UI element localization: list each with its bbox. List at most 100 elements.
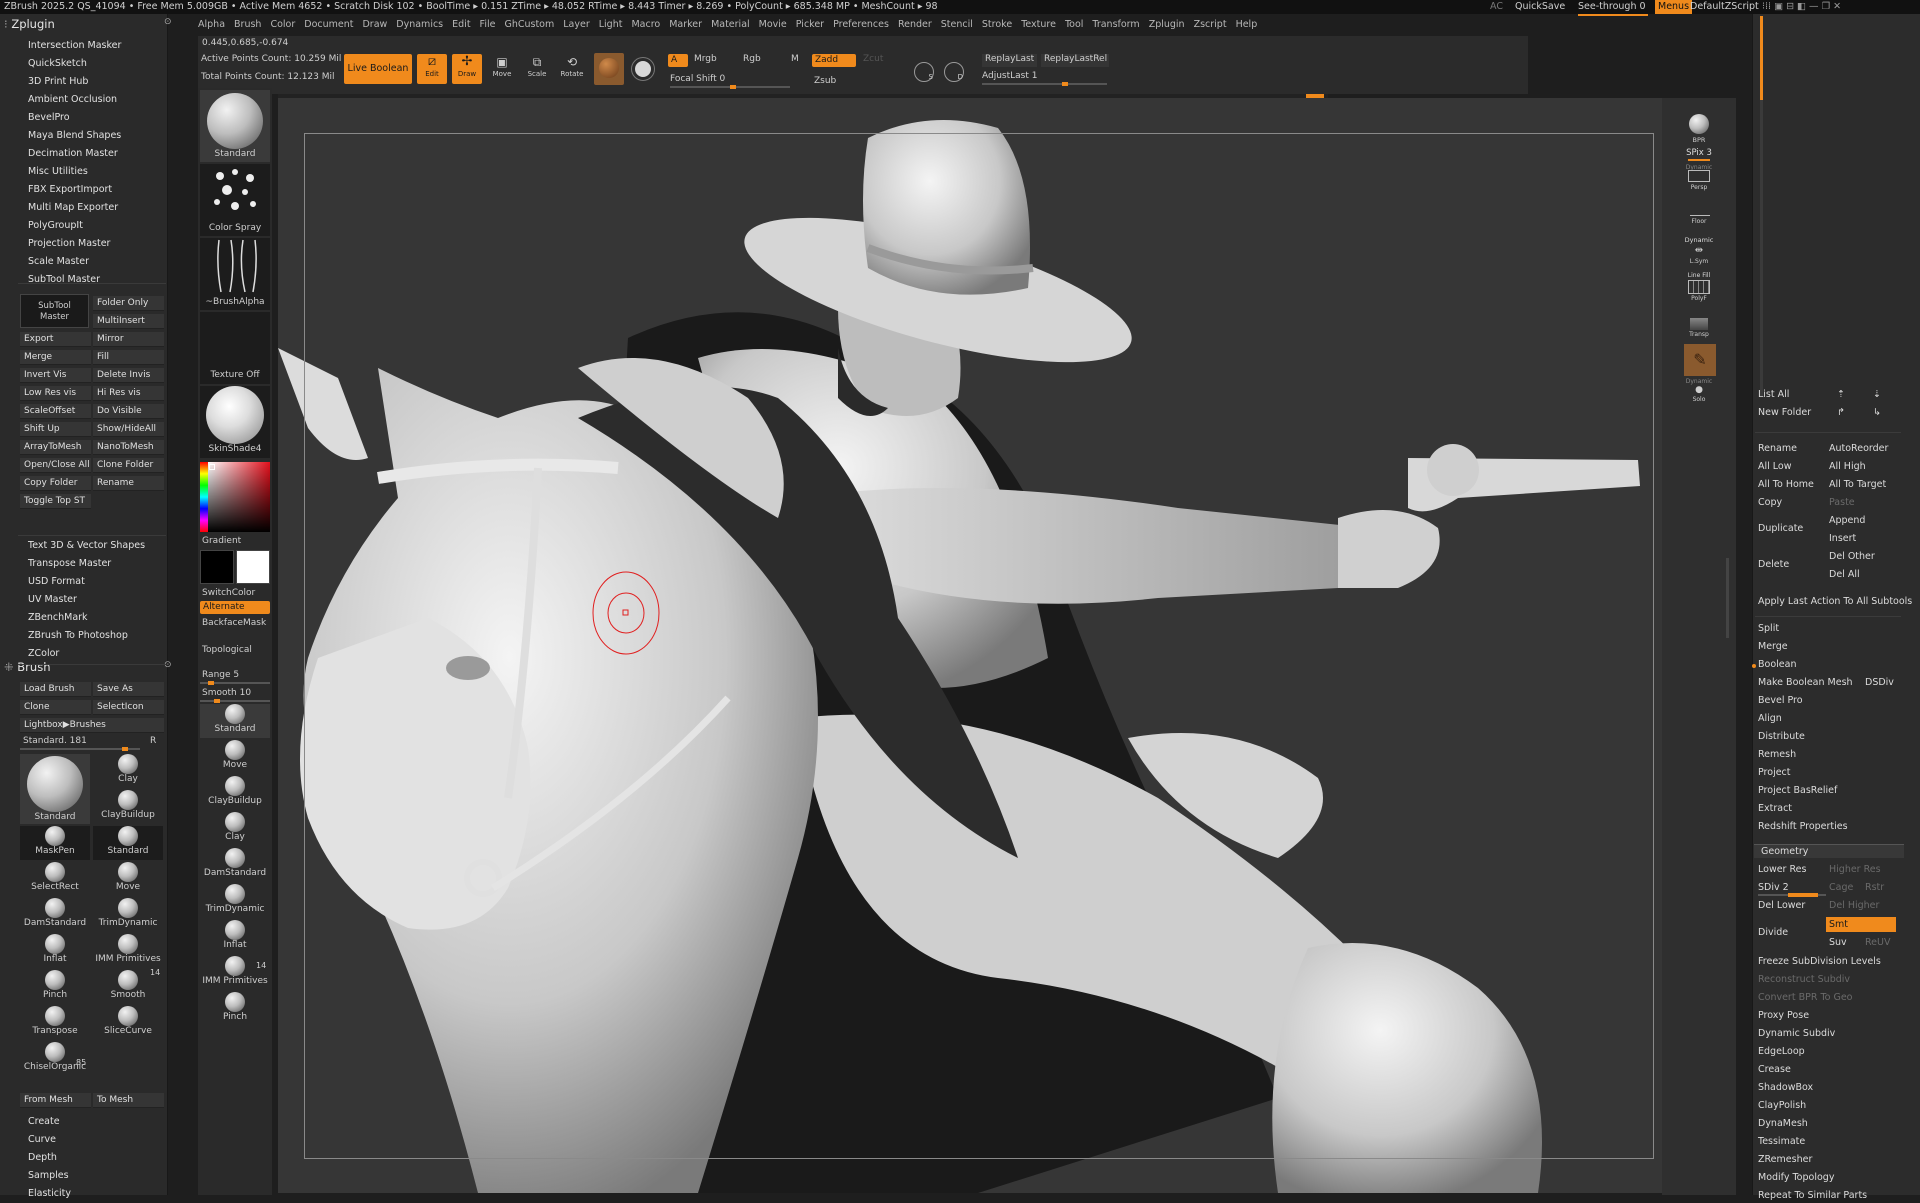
shelf-brush-claybuildup[interactable]: ClayBuildup [200, 776, 270, 810]
menu-draw[interactable]: Draw [362, 19, 387, 30]
subtool-master-fill-button[interactable]: Fill [93, 350, 164, 365]
menu-document[interactable]: Document [304, 19, 353, 30]
brush-tile-move[interactable]: Move [93, 862, 163, 896]
shelf-brush-damstandard[interactable]: DamStandard [200, 848, 270, 882]
move-down-icon[interactable]: ⇣ [1870, 387, 1894, 402]
subtool-align-button[interactable]: Align [1755, 711, 1895, 726]
material-thumb[interactable]: SkinShade4 [200, 386, 270, 458]
brush-tile-claybuildup[interactable]: ClayBuildup [93, 790, 163, 824]
geometry-shadowbox-button[interactable]: ShadowBox [1755, 1080, 1900, 1095]
insert-button[interactable]: Insert [1826, 531, 1896, 546]
subtool-master-do-visible-button[interactable]: Do Visible [93, 404, 164, 419]
current-brush-thumb[interactable]: Standard [200, 90, 270, 162]
geometry-crease-button[interactable]: Crease [1755, 1062, 1900, 1077]
dynamic-dial-icon[interactable]: D [944, 62, 964, 82]
menu-stencil[interactable]: Stencil [941, 19, 973, 30]
subtool-master-rename-button[interactable]: Rename [93, 476, 164, 491]
save-as-button[interactable]: Save As [93, 682, 164, 697]
default-zscript-button[interactable]: DefaultZScript [1690, 0, 1759, 14]
zplugin-item-bevelpro[interactable]: BevelPro [28, 112, 70, 123]
menu-layer[interactable]: Layer [563, 19, 590, 30]
backface-mask-button[interactable]: BackfaceMask [202, 618, 266, 628]
geometry-freeze-subdivision-levels-button[interactable]: Freeze SubDivision Levels [1755, 954, 1900, 969]
range-track[interactable] [200, 681, 270, 685]
mrgb-button[interactable]: Mrgb [694, 54, 717, 64]
geometry-modify-topology-button[interactable]: Modify Topology [1755, 1170, 1900, 1185]
shelf-brush-move[interactable]: Move [200, 740, 270, 774]
folder-down-icon[interactable]: ↳ [1870, 405, 1894, 420]
zplugin-item-uv-master[interactable]: UV Master [28, 594, 77, 605]
menu-file[interactable]: File [480, 19, 496, 30]
brush-tile-transpose[interactable]: Transpose [20, 1006, 90, 1040]
alternate-button[interactable]: Alternate [200, 601, 270, 614]
brush-tile-damstandard[interactable]: DamStandard [20, 898, 90, 932]
subtool-master-delete-invis-button[interactable]: Delete Invis [93, 368, 164, 383]
append-button[interactable]: Append [1826, 513, 1896, 528]
divide-button[interactable]: Divide [1755, 925, 1825, 940]
lsym-icon[interactable]: ⇹ [1662, 245, 1736, 256]
subtool-remesh-button[interactable]: Remesh [1755, 747, 1895, 762]
menu-macro[interactable]: Macro [631, 19, 660, 30]
brush-menu-samples[interactable]: Samples [28, 1170, 69, 1181]
zplugin-item-usd-format[interactable]: USD Format [28, 576, 85, 587]
zplugin-item-zbrush-to-photoshop[interactable]: ZBrush To Photoshop [28, 630, 128, 641]
subtool-list-track[interactable] [1760, 100, 1763, 396]
zplugin-item-multi-map-exporter[interactable]: Multi Map Exporter [28, 202, 118, 213]
brush-tile-standard[interactable]: Standard [20, 754, 90, 824]
topological-button[interactable]: Topological [202, 645, 252, 655]
select-icon-button[interactable]: SelectIcon [93, 700, 164, 715]
menu-dynamics[interactable]: Dynamics [396, 19, 443, 30]
del-other-button[interactable]: Del Other [1826, 549, 1896, 564]
range-slider[interactable]: Range 5 [202, 670, 239, 680]
zplugin-item-3d-print-hub[interactable]: 3D Print Hub [28, 76, 88, 87]
menu-transform[interactable]: Transform [1092, 19, 1139, 30]
brush-tile-imm-primitives[interactable]: IMM Primitives [93, 934, 163, 968]
zplugin-item-misc-utilities[interactable]: Misc Utilities [28, 166, 88, 177]
shelf-brush-trimdynamic[interactable]: TrimDynamic [200, 884, 270, 918]
move-button[interactable]: ▣ Move [487, 54, 517, 84]
zcut-button[interactable]: Zcut [863, 54, 883, 64]
menu-movie[interactable]: Movie [759, 19, 787, 30]
delete-button[interactable]: Delete [1755, 557, 1825, 572]
zplugin-item-fbx-exportimport[interactable]: FBX ExportImport [28, 184, 112, 195]
subtool-master-open-close-all-button[interactable]: Open/Close All [20, 458, 91, 473]
geometry-proxy-pose-button[interactable]: Proxy Pose [1755, 1008, 1900, 1023]
color-picker[interactable] [200, 462, 270, 532]
folder-up-icon[interactable]: ↱ [1834, 405, 1858, 420]
zplugin-item-maya-blend-shapes[interactable]: Maya Blend Shapes [28, 130, 121, 141]
zplugin-item-zcolor[interactable]: ZColor [28, 648, 59, 659]
zsub-button[interactable]: Zsub [814, 76, 836, 86]
menu-ghcustom[interactable]: GhCustom [504, 19, 554, 30]
menu-preferences[interactable]: Preferences [833, 19, 889, 30]
brush-tile-standard[interactable]: Standard [93, 826, 163, 860]
switch-color-button[interactable]: SwitchColor [202, 588, 255, 598]
brush-menu-depth[interactable]: Depth [28, 1152, 57, 1163]
subtool-rename-button[interactable]: Rename [1755, 441, 1825, 456]
geometry-tessimate-button[interactable]: Tessimate [1755, 1134, 1900, 1149]
edit-button[interactable]: ⧄ Edit [417, 54, 447, 84]
window-controls-icon[interactable]: ⁝⁞⁞ ▣ ⊟ ◧ — ❐ ✕ [1762, 0, 1841, 14]
zplugin-item-ambient-occlusion[interactable]: Ambient Occlusion [28, 94, 117, 105]
load-brush-button[interactable]: Load Brush [20, 682, 91, 697]
shelf-brush-standard[interactable]: Standard [200, 704, 270, 738]
subtool-master-low-res-vis-button[interactable]: Low Res vis [20, 386, 91, 401]
clone-brush-button[interactable]: Clone [20, 700, 91, 715]
live-boolean-button[interactable]: Live Boolean [344, 54, 412, 84]
subtool-master-export-button[interactable]: Export [20, 332, 91, 347]
apply-last-action-button[interactable]: Apply Last Action To All Subtools [1755, 594, 1912, 609]
subtool-all-to-target-button[interactable]: All To Target [1826, 477, 1896, 492]
polyf-icon[interactable] [1688, 280, 1710, 294]
dsdiv-button[interactable]: DSDiv [1862, 675, 1902, 690]
brush-tile-selectrect[interactable]: SelectRect [20, 862, 90, 896]
persp-icon[interactable] [1688, 170, 1710, 182]
menu-marker[interactable]: Marker [669, 19, 702, 30]
brush-tile-maskpen[interactable]: MaskPen [20, 826, 90, 860]
zplugin-item-intersection-masker[interactable]: Intersection Masker [28, 40, 121, 51]
draw-button[interactable]: ✢ Draw [452, 54, 482, 84]
zplugin-popout-icon[interactable]: ⊙ [164, 17, 172, 27]
subtool-master-merge-button[interactable]: Merge [20, 350, 91, 365]
subtool-master-show-hideall-button[interactable]: Show/HideAll [93, 422, 164, 437]
subtool-split-button[interactable]: Split [1755, 621, 1895, 636]
subtool-project-basrelief-button[interactable]: Project BasRelief [1755, 783, 1895, 798]
menu-brush[interactable]: Brush [234, 19, 261, 30]
